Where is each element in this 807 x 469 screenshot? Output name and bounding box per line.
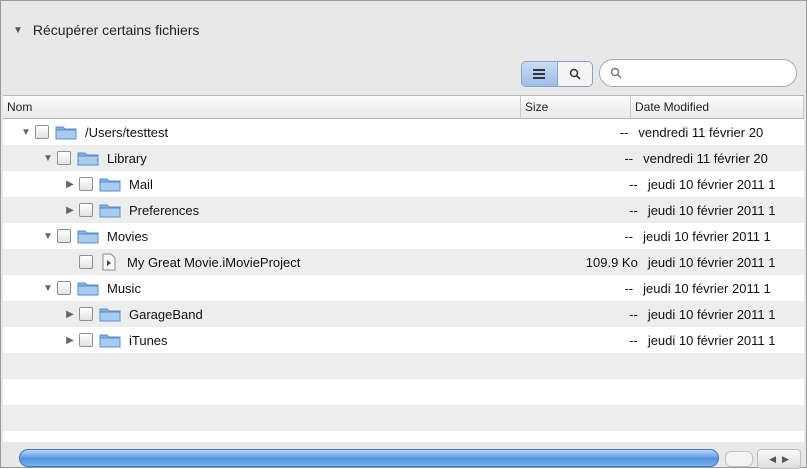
folder-icon	[99, 178, 121, 192]
row-checkbox[interactable]	[57, 229, 71, 243]
cell-date-modified: jeudi 10 février 2011 1	[647, 306, 776, 322]
table-body: ▼/Users/testtest -- vendredi 11 février 20…	[3, 119, 804, 353]
table-row[interactable]: ▼ Music -- jeudi 10 février 2011 1	[3, 275, 804, 301]
folder-icon	[77, 230, 99, 244]
disclosure-open-icon[interactable]: ▼	[19, 127, 33, 138]
row-checkbox[interactable]	[79, 333, 93, 347]
row-checkbox[interactable]	[35, 125, 49, 139]
cell-name: ▼ /Users/testtest	[3, 124, 527, 140]
section-title: Récupérer certains fichiers	[32, 22, 200, 38]
horizontal-scrollbar-thumb[interactable]	[19, 449, 719, 467]
view-mode-segmented-control[interactable]	[521, 61, 593, 87]
item-name: Preferences	[129, 202, 200, 218]
document-icon	[102, 253, 116, 271]
cell-name: My Great Movie.iMovieProject	[3, 253, 542, 271]
column-header-date-modified[interactable]: Date Modified	[631, 96, 804, 118]
item-name: Movies	[107, 228, 149, 244]
search-view-button[interactable]	[558, 62, 593, 86]
scrollbar-track-end[interactable]	[725, 451, 753, 467]
folder-icon	[55, 126, 77, 140]
cell-size: --	[629, 332, 638, 348]
row-checkbox[interactable]	[57, 281, 71, 295]
toolbar	[1, 53, 806, 93]
section-header[interactable]: ▼ Récupérer certains fichiers	[13, 15, 199, 45]
disclosure-closed-icon[interactable]: ▶	[63, 179, 77, 190]
list-view-icon	[533, 69, 546, 79]
empty-row	[3, 379, 804, 405]
cell-size: --	[624, 228, 634, 244]
disclosure-closed-icon[interactable]: ▶	[63, 309, 77, 320]
column-header-name[interactable]: Nom	[3, 96, 521, 118]
file-outline-view: Nom Size Date Modified ▼ /Users/testtest -…	[3, 95, 804, 442]
empty-row	[3, 405, 804, 431]
cell-size: --	[629, 176, 638, 192]
table-row[interactable]: ▶ GarageBand -- jeudi 10 février 2011 1	[3, 301, 804, 327]
cell-name: ▶ Preferences	[3, 202, 542, 218]
cell-size: --	[629, 306, 638, 322]
cell-size: --	[624, 280, 634, 296]
item-name: GarageBand	[129, 306, 203, 322]
disclosure-open-icon[interactable]: ▼	[41, 231, 55, 242]
magnifier-icon	[569, 68, 581, 80]
table-row[interactable]: ▶ iTunes -- jeudi 10 février 2011 1	[3, 327, 804, 353]
row-checkbox[interactable]	[79, 307, 93, 321]
folder-icon	[77, 282, 99, 296]
table-row[interactable]: ▶ Mail -- jeudi 10 février 2011 1	[3, 171, 804, 197]
cell-size: --	[624, 150, 634, 166]
cell-date-modified: vendredi 11 février 20	[638, 124, 764, 140]
cell-size: 109.9 Ko	[585, 254, 638, 270]
folder-icon	[99, 308, 121, 322]
item-name: Mail	[129, 176, 153, 192]
cell-name: ▼ Music	[3, 280, 534, 296]
empty-row	[3, 353, 804, 379]
item-name: Library	[107, 150, 147, 166]
table-row[interactable]: ▶ Preferences -- jeudi 10 février 2011 1	[3, 197, 804, 223]
cell-name: ▶ GarageBand	[3, 306, 542, 322]
recover-files-panel: ▼ Récupérer certains fichiers Nom Size D…	[0, 0, 807, 469]
table-row[interactable]: ▼ Library -- vendredi 11 février 20	[3, 145, 804, 171]
scroll-arrows[interactable]: ◀ ▶	[757, 449, 801, 469]
row-checkbox[interactable]	[57, 151, 71, 165]
cell-date-modified: jeudi 10 février 2011 1	[643, 280, 771, 296]
folder-icon	[77, 152, 99, 166]
item-name: My Great Movie.iMovieProject	[127, 254, 301, 270]
cell-size: --	[619, 124, 629, 140]
cell-date-modified: jeudi 10 février 2011 1	[643, 228, 771, 244]
cell-name: ▶ iTunes	[3, 332, 542, 348]
folder-icon	[99, 204, 121, 218]
item-name: /Users/testtest	[85, 124, 169, 140]
disclosure-open-icon[interactable]: ▼	[41, 283, 55, 294]
scroll-right-arrow-icon[interactable]: ▶	[782, 454, 789, 465]
item-name: Music	[107, 280, 141, 296]
cell-name: ▼ Library	[3, 150, 534, 166]
disclosure-closed-icon[interactable]: ▶	[63, 335, 77, 346]
cell-size: --	[629, 202, 638, 218]
table-row[interactable]: My Great Movie.iMovieProject 109.9 Ko jeud…	[3, 249, 804, 275]
disclosure-closed-icon[interactable]: ▶	[63, 205, 77, 216]
scroll-left-arrow-icon[interactable]: ◀	[769, 454, 776, 465]
row-checkbox[interactable]	[79, 177, 93, 191]
cell-date-modified: jeudi 10 février 2011 1	[647, 254, 776, 270]
cell-date-modified: vendredi 11 février 20	[643, 150, 768, 166]
row-checkbox[interactable]	[79, 203, 93, 217]
table-header: Nom Size Date Modified	[3, 96, 804, 119]
search-icon	[610, 67, 622, 79]
column-header-size[interactable]: Size	[521, 96, 631, 118]
disclosure-open-icon[interactable]: ▼	[41, 153, 55, 164]
search-field[interactable]	[599, 59, 797, 87]
row-checkbox[interactable]	[79, 255, 93, 269]
cell-date-modified: jeudi 10 février 2011 1	[647, 176, 776, 192]
search-input[interactable]	[628, 64, 782, 82]
item-name: iTunes	[129, 332, 168, 348]
table-row[interactable]: ▼ Movies -- jeudi 10 février 2011 1	[3, 223, 804, 249]
disclosure-triangle-down-icon[interactable]: ▼	[13, 25, 23, 36]
folder-icon	[99, 334, 121, 348]
cell-name: ▼ Movies	[3, 228, 534, 244]
cell-date-modified: jeudi 10 février 2011 1	[647, 332, 776, 348]
list-view-button[interactable]	[522, 62, 557, 86]
table-row[interactable]: ▼ /Users/testtest -- vendredi 11 février 20	[3, 119, 804, 145]
cell-date-modified: jeudi 10 février 2011 1	[647, 202, 776, 218]
cell-name: ▶ Mail	[3, 176, 542, 192]
